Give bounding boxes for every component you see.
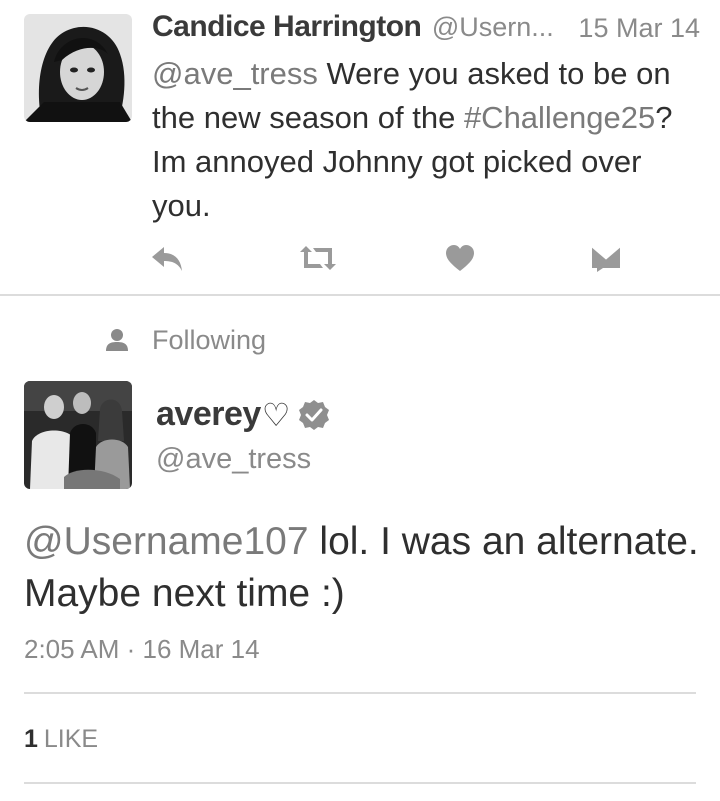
reply-text: @ave_tress Were you asked to be on the n… <box>152 52 697 228</box>
social-context: Following <box>104 322 266 358</box>
person-icon <box>106 329 128 351</box>
tweet-actions <box>0 236 720 282</box>
main-display-name[interactable]: averey <box>156 395 261 434</box>
main-mention-link[interactable]: @Username107 <box>24 520 309 563</box>
divider <box>24 782 696 784</box>
message-icon <box>591 245 621 272</box>
retweet-icon <box>300 246 336 270</box>
like-button[interactable] <box>438 236 482 280</box>
reply-tweet[interactable]: Candice Harrington @Usern... 15 Mar 14 @… <box>0 0 720 296</box>
tweet-detail-page: Candice Harrington @Usern... 15 Mar 14 @… <box>0 0 720 801</box>
retweet-button[interactable] <box>296 236 340 280</box>
likes-label: LIKE <box>43 725 99 753</box>
candice-avatar[interactable] <box>24 14 132 122</box>
main-tweet-text: @Username107 lol. I was an alternate. Ma… <box>24 516 704 620</box>
reply-header: Candice Harrington @Usern... 15 Mar 14 <box>152 10 700 50</box>
hashtag-link[interactable]: #Challenge25 <box>464 100 655 135</box>
reply-button[interactable] <box>145 236 189 280</box>
reply-display-name[interactable]: Candice Harrington <box>152 10 422 43</box>
name-heart-symbol: ♡ <box>261 396 291 433</box>
averey-avatar[interactable] <box>24 381 132 489</box>
likes-count-link[interactable]: 1 LIKE <box>24 725 98 754</box>
heart-icon <box>446 245 474 271</box>
reply-mention-link[interactable]: @ave_tress <box>152 56 318 91</box>
reply-icon <box>152 247 182 271</box>
following-label: Following <box>152 324 267 355</box>
likes-count: 1 <box>24 725 38 753</box>
main-handle[interactable]: @ave_tress <box>156 443 311 476</box>
main-name-row: averey ♡ <box>156 395 330 434</box>
direct-message-button[interactable] <box>584 236 628 280</box>
tweet-timestamp: 2:05 AM · 16 Mar 14 <box>24 634 260 664</box>
reply-handle[interactable]: @Usern... <box>432 12 554 42</box>
divider <box>24 692 696 694</box>
reply-date: 15 Mar 14 <box>578 13 700 43</box>
verified-badge-icon <box>299 399 330 430</box>
